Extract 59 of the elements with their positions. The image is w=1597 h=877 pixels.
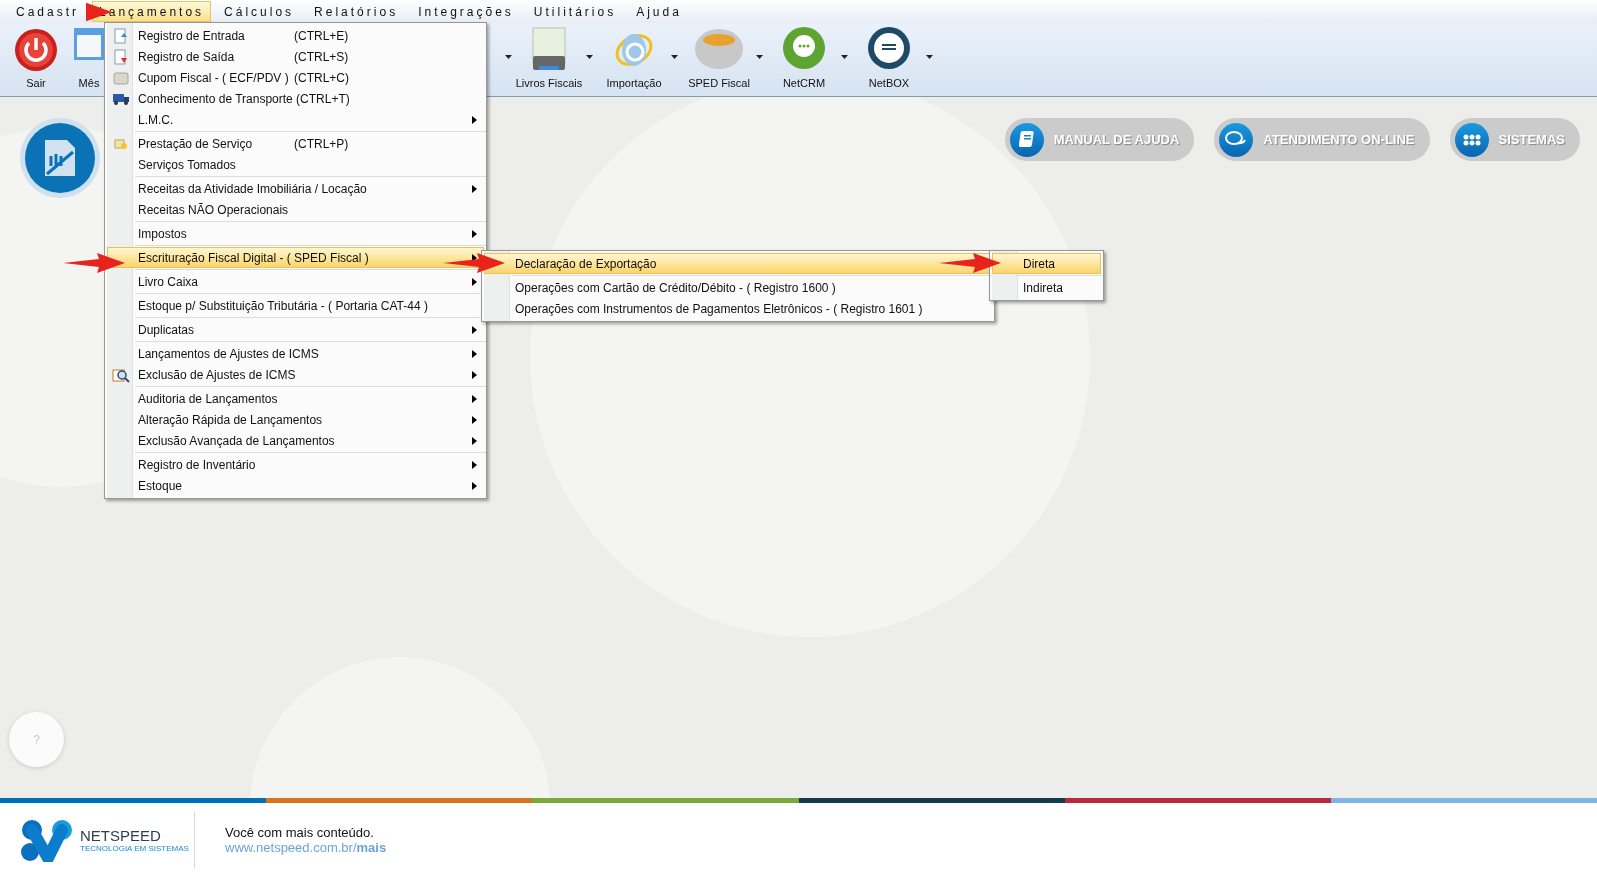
menu-bar-item[interactable]: Utilitários <box>526 1 624 22</box>
menu-item[interactable]: Escrituração Fiscal Digital - ( SPED Fiscal ) <box>107 247 484 268</box>
toolbar-button[interactable]: SPED Fiscal <box>682 24 756 96</box>
logo-tagline: TECNOLOGIA EM SISTEMAS <box>80 844 189 853</box>
cloud-icon <box>867 26 911 70</box>
document-chart-icon <box>43 138 77 178</box>
toolbar-button[interactable]: Importação <box>597 24 671 96</box>
menu-item[interactable]: Auditoria de Lançamentos <box>107 388 484 409</box>
menu-item[interactable]: Registro de Inventário <box>107 454 484 475</box>
caret-icon[interactable] <box>671 55 678 59</box>
menu-item[interactable]: Lançamentos de Ajustes de ICMS <box>107 343 484 364</box>
menu-item[interactable]: Receitas da Atividade Imobiliária / Locação <box>107 178 484 199</box>
grid-icon <box>1462 133 1481 146</box>
footer-text: Você com mais conteúdo. <box>225 825 375 840</box>
menu-item[interactable]: Exclusão de Ajustes de ICMS <box>107 364 484 385</box>
menu-item[interactable]: Impostos <box>107 223 484 244</box>
menu-item[interactable]: Registro de Entrada (CTRL+E) <box>107 25 484 46</box>
toolbar-button[interactable]: Sair <box>3 24 69 96</box>
menu-item[interactable]: Livro Caixa <box>107 271 484 292</box>
caret-icon[interactable] <box>926 55 933 59</box>
menu-item[interactable]: Registro de Saída (CTRL+S) <box>107 46 484 67</box>
menu-item[interactable]: Direta <box>992 253 1101 274</box>
menu-bar-item[interactable]: Ajuda <box>629 1 689 22</box>
menu-item[interactable]: Conhecimento de Transporte (CTRL+T) <box>107 88 484 109</box>
caret-icon[interactable] <box>586 55 593 59</box>
toolbar-button[interactable]: NetCRM <box>767 24 841 96</box>
menu-item[interactable]: Operações com Instrumentos de Pagamentos Eletrônicos - ( Registro 1601 ) <box>484 298 992 319</box>
menu-bar-item[interactable]: Relatórios <box>307 1 406 22</box>
menu-item[interactable]: Declaração de Exportação <box>484 253 992 274</box>
folder-icon <box>114 137 128 150</box>
menu-item[interactable]: Indireta <box>992 277 1101 298</box>
menu-item[interactable]: Serviços Tomados <box>107 154 484 175</box>
magnifier-icon <box>112 366 130 383</box>
caret-icon[interactable] <box>841 55 848 59</box>
book-icon <box>1017 129 1036 150</box>
menu-item[interactable]: Exclusão Avançada de Lançamentos <box>107 430 484 451</box>
truck-icon <box>112 91 130 106</box>
caret-icon[interactable] <box>756 55 763 59</box>
toolbar-button[interactable]: Mês <box>72 24 106 96</box>
menu-item[interactable]: Receitas NÃO Operacionais <box>107 199 484 220</box>
menu-bar-item[interactable]: Cálculos <box>217 1 302 22</box>
document-icon <box>114 48 128 65</box>
caret-icon[interactable] <box>505 55 512 59</box>
menu-item[interactable]: Estoque <box>107 475 484 496</box>
menu-item[interactable]: Alteração Rápida de Lançamentos <box>107 409 484 430</box>
logo-wordmark: NETSPEED <box>80 827 162 843</box>
menu-item[interactable]: Estoque p/ Substituição Tributária - ( Portaria CAT-44 ) <box>107 295 484 316</box>
menu-item[interactable]: L.M.C. <box>107 109 484 130</box>
menu-bar-item[interactable]: Integrações <box>411 1 521 22</box>
document-icon <box>114 27 128 44</box>
power-icon <box>14 28 58 72</box>
menu-item[interactable]: Duplicatas <box>107 319 484 340</box>
menu-bar-item[interactable]: Cadastr <box>9 1 87 22</box>
menu-item[interactable]: Cupom Fiscal - ( ECF/PDV ) (CTRL+C) <box>107 67 484 88</box>
toolbar-button[interactable]: Livros Fiscais <box>512 24 586 96</box>
toolbar-button[interactable]: NetBOX <box>852 24 926 96</box>
menu-item[interactable]: Prestação de Serviço (CTRL+P) <box>107 133 484 154</box>
menu-item[interactable]: Operações com Cartão de Crédito/Débito - ( Registro 1600 ) <box>484 277 992 298</box>
chat-bubble-icon <box>782 26 826 70</box>
